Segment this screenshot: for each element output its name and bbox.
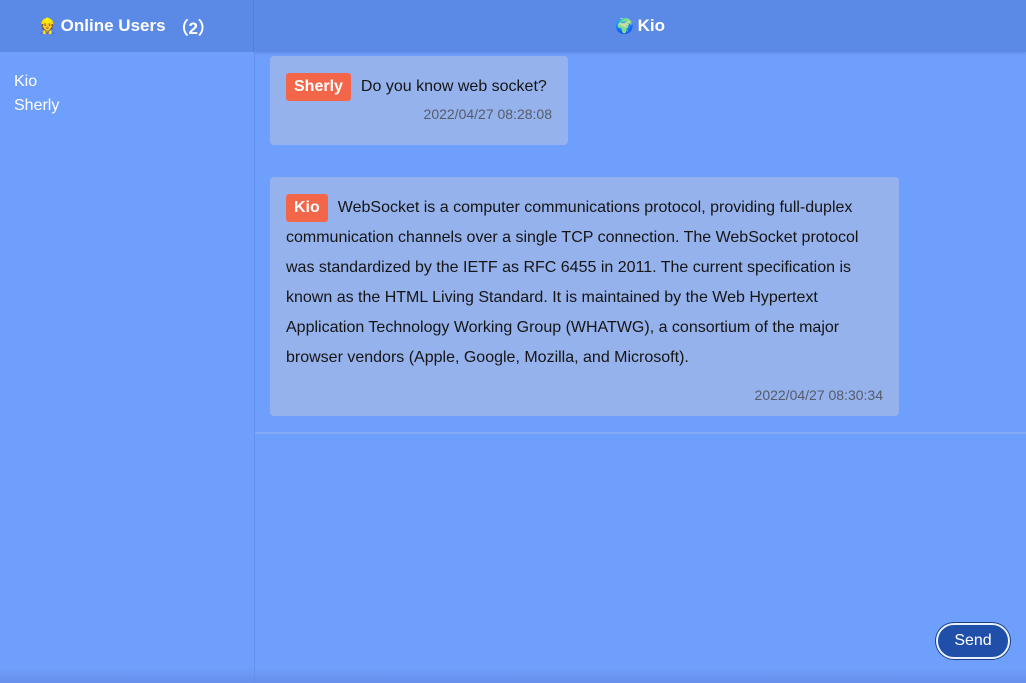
message-text: Do you know web socket? bbox=[360, 78, 547, 95]
message-list[interactable]: Sherly Do you know web socket? 2022/04/27… bbox=[255, 52, 1026, 434]
online-users-count: （2） bbox=[171, 18, 216, 38]
send-button[interactable]: Send bbox=[936, 623, 1010, 659]
message-bubble: Kio WebSocket is a computer communication… bbox=[270, 177, 899, 416]
user-list-item[interactable]: Kio bbox=[14, 70, 240, 94]
sender-badge: Sherly bbox=[286, 72, 351, 101]
message-bubble: Sherly Do you know web socket? 2022/04/27… bbox=[270, 56, 568, 145]
worker-icon: 👷 bbox=[37, 18, 57, 35]
message-timestamp: 2022/04/27 08:28:08 bbox=[423, 106, 552, 122]
online-users-title: Online Users bbox=[60, 16, 166, 35]
user-list-item[interactable]: Sherly bbox=[14, 94, 240, 118]
globe-icon: 🌍 bbox=[614, 18, 634, 35]
message-input-area[interactable]: Send bbox=[255, 434, 1026, 683]
online-users-sidebar: Kio Sherly bbox=[0, 52, 255, 683]
bottom-shadow bbox=[0, 667, 1026, 683]
top-header: 👷 Online Users （2） 🌍 Kio bbox=[0, 0, 1026, 52]
chat-app: 👷 Online Users （2） 🌍 Kio Kio Sherly Sher… bbox=[0, 0, 1026, 683]
current-user-header: 🌍 Kio bbox=[254, 0, 1026, 52]
sender-badge: Kio bbox=[286, 193, 328, 222]
message-body: Kio WebSocket is a computer communication… bbox=[286, 193, 883, 373]
message-body: Sherly Do you know web socket? bbox=[286, 72, 552, 102]
online-users-header: 👷 Online Users （2） bbox=[0, 0, 254, 52]
message-text: WebSocket is a computer communications p… bbox=[286, 199, 859, 366]
message-timestamp: 2022/04/27 08:30:34 bbox=[754, 387, 883, 403]
current-user-name: Kio bbox=[637, 16, 666, 35]
